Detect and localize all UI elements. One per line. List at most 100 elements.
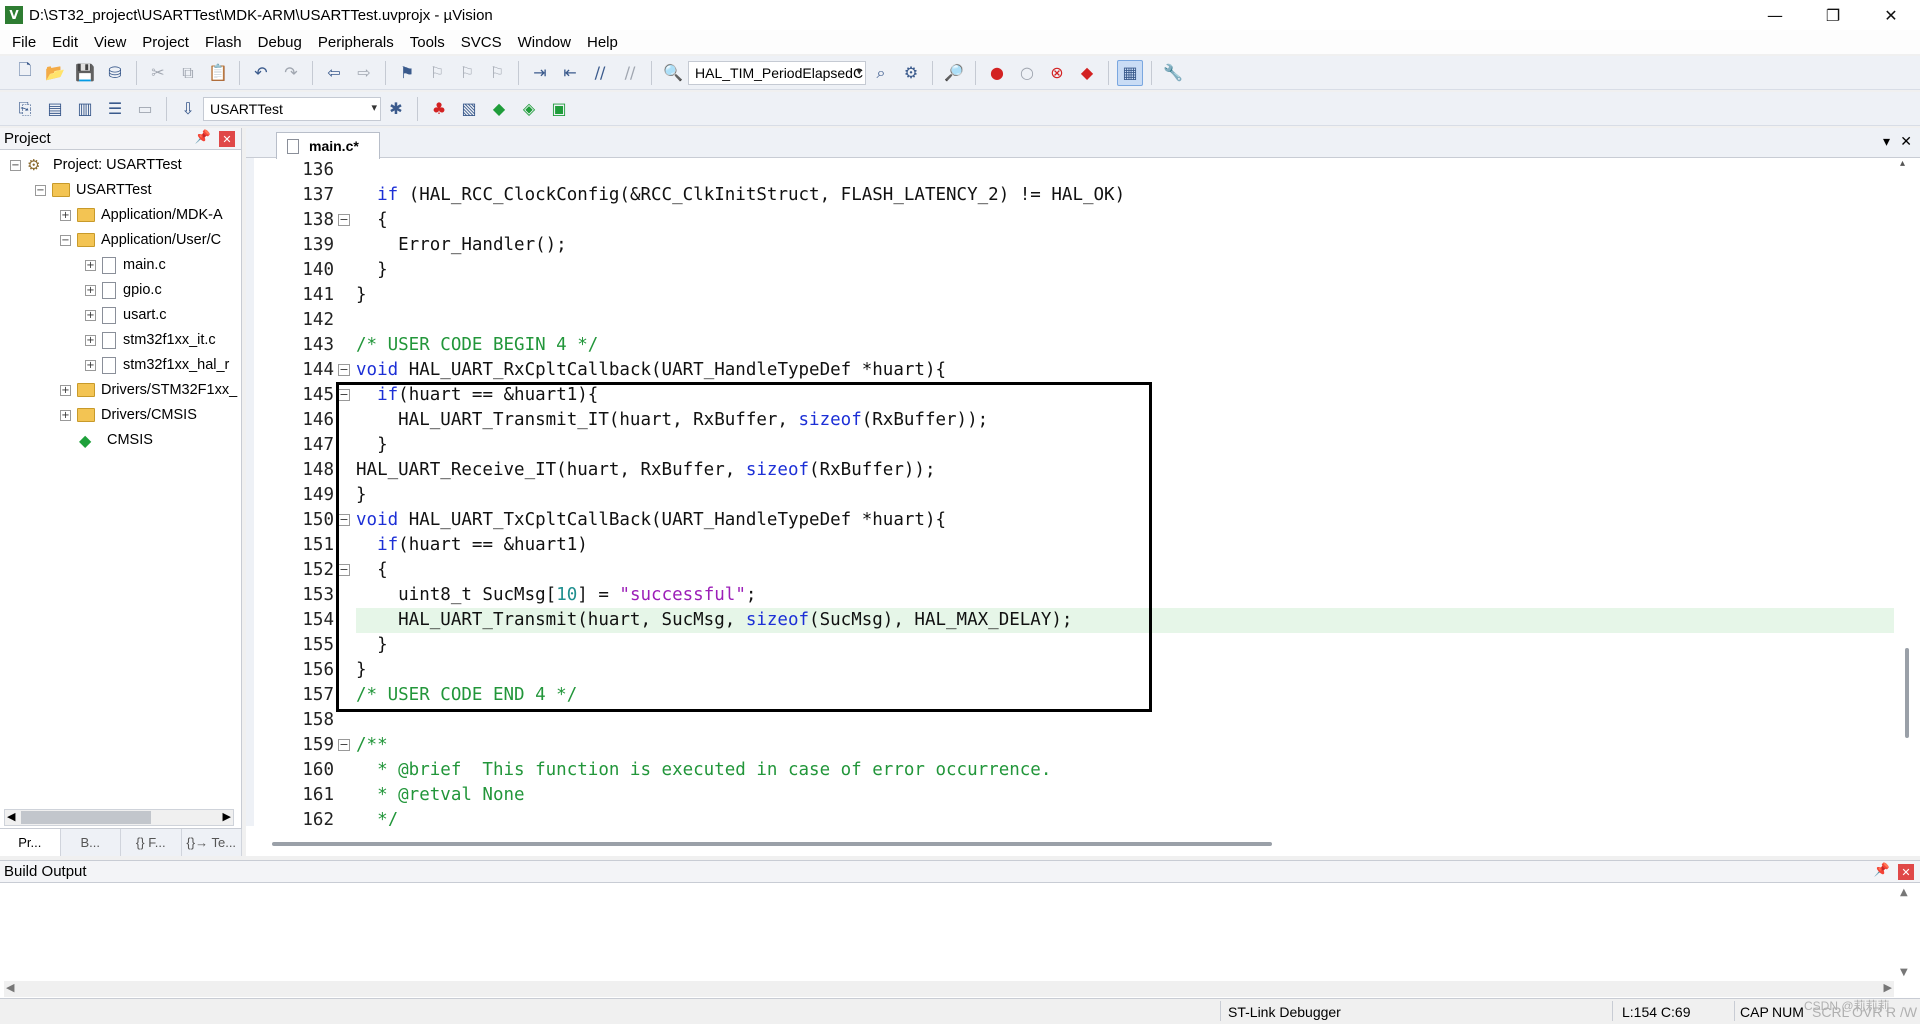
indent-icon[interactable]: ⇥ (527, 60, 553, 86)
scroll-right-icon[interactable]: ▶ (223, 810, 231, 823)
scrollbar-thumb[interactable] (21, 811, 151, 824)
code-line[interactable]: * @brief This function is executed in ca… (356, 758, 1051, 783)
select-packs-icon[interactable]: ▧ (456, 96, 482, 122)
scroll-left-icon[interactable]: ◀ (6, 981, 14, 994)
expand-icon[interactable]: + (85, 359, 96, 371)
target-combo[interactable]: USARTTest ▾ (203, 96, 381, 121)
build-horizontal-scrollbar[interactable]: ◀ ▶ (4, 981, 1894, 997)
menu-view[interactable]: View (86, 34, 134, 51)
scroll-left-icon[interactable]: ◀ (7, 810, 15, 823)
code-line[interactable]: } (356, 658, 367, 683)
tab-list-chevron-icon[interactable]: ▾ (1883, 134, 1890, 150)
code-line[interactable]: } (356, 633, 388, 658)
tree-item-file[interactable]: + usart.c (85, 304, 167, 326)
configure-icon[interactable]: 🔧 (1160, 60, 1186, 86)
target-options-icon[interactable]: ✱ (383, 96, 409, 122)
configure-breakpoints-icon[interactable]: ◆ (1074, 60, 1100, 86)
code-line[interactable]: * @retval None (356, 783, 525, 808)
disable-breakpoint-icon[interactable]: ○ (1014, 60, 1040, 86)
tree-item-group[interactable]: + Drivers/CMSIS (60, 404, 197, 426)
code-line[interactable]: HAL_UART_Transmit_IT(huart, RxBuffer, si… (356, 408, 988, 433)
pin-icon[interactable]: 📌 (195, 130, 211, 145)
fold-collapse-icon[interactable]: − (338, 739, 350, 751)
scrollbar-thumb[interactable] (272, 842, 1272, 846)
manage-project-items-icon[interactable]: ♣ (426, 96, 452, 122)
undo-icon[interactable]: ↶ (248, 60, 274, 86)
unindent-icon[interactable]: ⇤ (557, 60, 583, 86)
scroll-down-icon[interactable]: ▼ (1900, 967, 1908, 978)
navigate-forward-icon[interactable]: ⇨ (351, 60, 377, 86)
project-horizontal-scrollbar[interactable]: ◀ ▶ (4, 809, 234, 826)
copy-icon[interactable]: ⧉ (175, 60, 201, 86)
menu-svcs[interactable]: SVCS (453, 34, 510, 51)
close-button[interactable]: ✕ (1862, 0, 1920, 30)
comment-icon[interactable]: // (587, 60, 613, 86)
expand-icon[interactable]: + (85, 259, 96, 271)
fold-collapse-icon[interactable]: − (338, 564, 350, 576)
code-line[interactable]: HAL_UART_Transmit(huart, SucMsg, sizeof(… (356, 608, 1072, 633)
open-file-icon[interactable]: 📂 (42, 60, 68, 86)
code-line[interactable]: { (356, 558, 388, 583)
pin-icon[interactable]: 📌 (1874, 863, 1890, 878)
code-line[interactable]: Error_Handler(); (356, 233, 567, 258)
menu-window[interactable]: Window (510, 34, 579, 51)
clear-bookmarks-icon[interactable]: ⚐ (484, 60, 510, 86)
fold-collapse-icon[interactable]: − (338, 214, 350, 226)
fold-collapse-icon[interactable]: − (338, 364, 350, 376)
code-line[interactable]: */ (356, 808, 398, 826)
code-line[interactable]: } (356, 258, 388, 283)
save-all-icon[interactable]: ⛁ (102, 60, 128, 86)
code-line[interactable]: } (356, 283, 367, 308)
pack-installer-icon[interactable]: ◈ (516, 96, 542, 122)
expand-icon[interactable]: + (60, 409, 71, 421)
tab-functions[interactable]: {} F... (121, 829, 182, 856)
build-output-text[interactable]: ▲ ▼ ◀ ▶ (0, 883, 1920, 999)
code-line[interactable]: /* USER CODE END 4 */ (356, 683, 577, 708)
menu-edit[interactable]: Edit (44, 34, 86, 51)
tree-item-file[interactable]: + stm32f1xx_it.c (85, 329, 216, 351)
editor-vertical-scrollbar[interactable]: ▴ (1900, 158, 1914, 826)
tab-books[interactable]: B... (61, 829, 121, 856)
navigate-back-icon[interactable]: ⇦ (321, 60, 347, 86)
tree-item-component[interactable]: ◆ CMSIS (79, 429, 153, 451)
bookmark-icon[interactable]: ⚑ (394, 60, 420, 86)
close-icon[interactable]: ✕ (219, 131, 235, 147)
code-line[interactable]: /** (356, 733, 388, 758)
code-line[interactable]: } (356, 433, 388, 458)
scroll-right-icon[interactable]: ▶ (1884, 981, 1892, 994)
next-bookmark-icon[interactable]: ⚐ (454, 60, 480, 86)
source-browser-icon[interactable]: ⚙ (898, 60, 924, 86)
component-viewer-icon[interactable]: ▣ (546, 96, 572, 122)
window-layout-icon[interactable]: ▦ (1117, 59, 1143, 86)
tree-item-file[interactable]: + stm32f1xx_hal_r (85, 354, 229, 376)
expand-icon[interactable]: + (60, 209, 71, 221)
build-icon[interactable]: ▤ (42, 96, 68, 122)
expand-icon[interactable]: + (85, 309, 96, 321)
build-vertical-scrollbar[interactable]: ▲ ▼ (1900, 887, 1914, 983)
scroll-up-icon[interactable]: ▲ (1900, 887, 1908, 898)
code-line[interactable]: if (HAL_RCC_ClockConfig(&RCC_ClkInitStru… (356, 183, 1125, 208)
expand-icon[interactable]: + (85, 284, 96, 296)
fold-collapse-icon[interactable]: − (338, 514, 350, 526)
tab-main-c[interactable]: main.c* (276, 132, 380, 159)
minimize-button[interactable]: — (1746, 0, 1804, 30)
tab-project[interactable]: Pr... (0, 829, 61, 856)
stop-build-icon[interactable]: ▭ (132, 96, 158, 122)
paste-icon[interactable]: 📋 (205, 60, 231, 86)
breakpoint-icon[interactable]: ● (984, 60, 1010, 86)
code-line[interactable]: HAL_UART_Receive_IT(huart, RxBuffer, siz… (356, 458, 935, 483)
code-line[interactable]: } (356, 483, 367, 508)
tree-item-target[interactable]: − USARTTest (35, 179, 151, 201)
expand-icon[interactable]: + (85, 334, 96, 346)
scroll-up-icon[interactable]: ▴ (1900, 158, 1905, 169)
find-in-files-icon[interactable]: 🔍 (660, 60, 686, 86)
uncomment-icon[interactable]: // (617, 60, 643, 86)
code-line[interactable]: void HAL_UART_RxCpltCallback(UART_Handle… (356, 358, 946, 383)
tree-item-file[interactable]: + gpio.c (85, 279, 162, 301)
editor-horizontal-scrollbar[interactable] (266, 836, 1886, 852)
cut-icon[interactable]: ✂ (145, 60, 171, 86)
kill-breakpoints-icon[interactable]: ⊗ (1044, 60, 1070, 86)
tree-item-file[interactable]: + main.c (85, 254, 166, 276)
code-editor[interactable]: 136 137 if (HAL_RCC_ClockConfig(&RCC_ClkI… (246, 158, 1920, 826)
expand-icon[interactable]: + (60, 384, 71, 396)
